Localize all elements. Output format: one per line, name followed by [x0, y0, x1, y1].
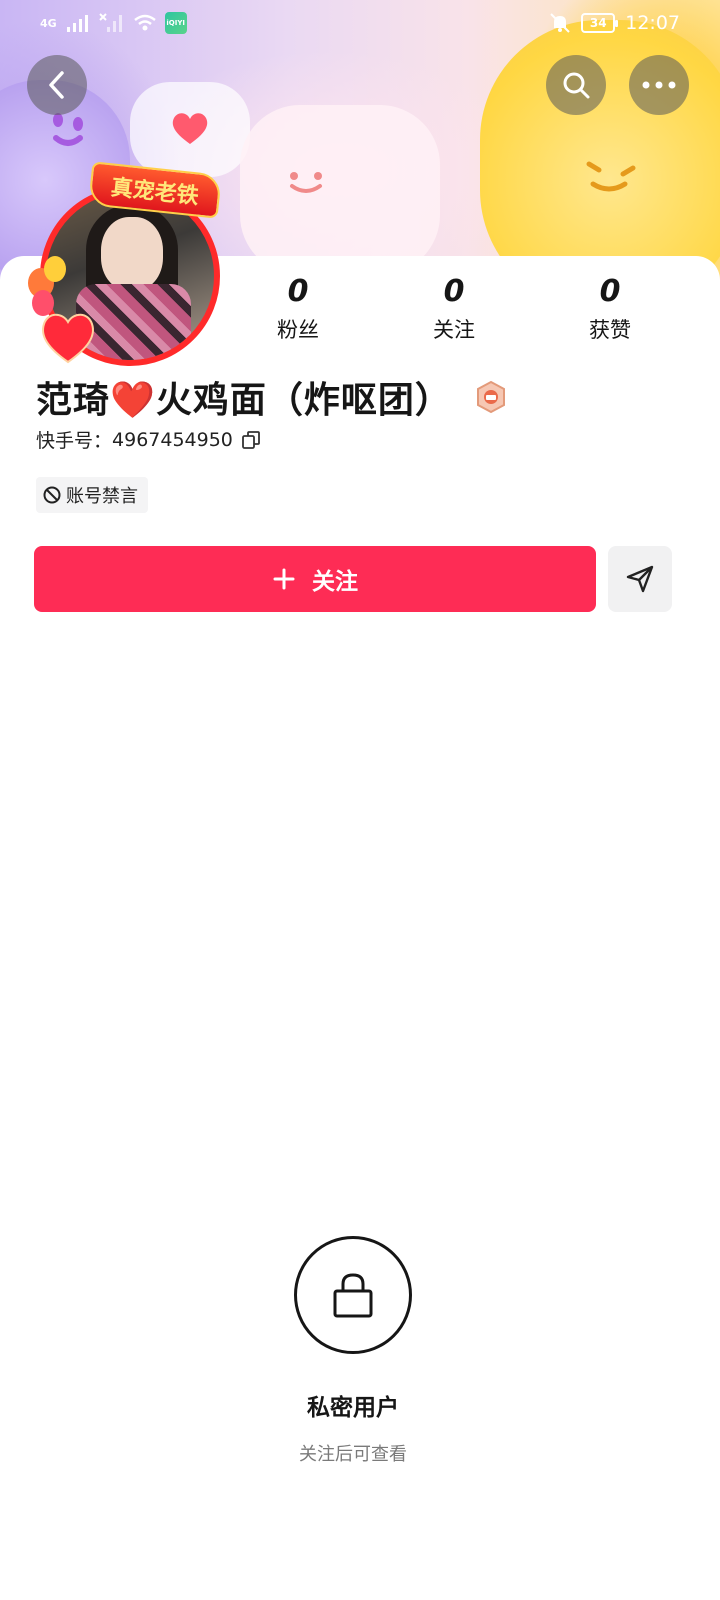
- private-lock: [294, 1236, 412, 1354]
- stat-likes[interactable]: 0 获赞: [532, 272, 688, 344]
- private-title: 私密用户: [307, 1395, 399, 1421]
- smiley-decoration-icon: [290, 172, 322, 193]
- plus-icon: [273, 568, 295, 590]
- stat-label: 粉丝: [277, 318, 319, 342]
- smiley-decoration-icon: [586, 161, 636, 192]
- ban-icon: [43, 486, 61, 504]
- stat-value: 0: [443, 274, 465, 309]
- stat-label: 关注: [433, 318, 475, 342]
- more-button[interactable]: [629, 55, 689, 115]
- app-notification-icon: iQIYI: [164, 12, 187, 34]
- signal-icon: [66, 15, 88, 32]
- stat-value: 0: [599, 274, 621, 309]
- private-subtitle: 关注后可查看: [299, 1444, 407, 1465]
- more-horizontal-icon: [642, 81, 676, 89]
- lock-icon: [333, 1273, 373, 1318]
- user-id-value: 4967454950: [112, 428, 233, 451]
- back-button[interactable]: [27, 55, 87, 115]
- balloon-decoration: [44, 256, 66, 282]
- banner-blob-cloud-large: [240, 105, 440, 275]
- wifi-icon: [133, 14, 156, 31]
- level-badge-icon[interactable]: [474, 380, 508, 414]
- stat-label: 获赞: [589, 318, 631, 342]
- stat-value: 0: [287, 274, 309, 309]
- profile-stats: 0 粉丝 0 关注 0 获赞: [220, 272, 690, 344]
- chevron-left-icon: [49, 71, 64, 99]
- heart-decoration-icon: [172, 113, 208, 144]
- send-icon: [626, 565, 654, 593]
- follow-button[interactable]: 关注: [34, 546, 596, 612]
- send-message-button[interactable]: [608, 546, 672, 612]
- user-id-row: 快手号： 4967454950: [36, 426, 261, 453]
- avatar-face: [101, 217, 163, 291]
- account-muted-tag: 账号禁言: [36, 477, 148, 513]
- stat-followers[interactable]: 0 粉丝: [220, 272, 376, 344]
- account-muted-label: 账号禁言: [66, 486, 138, 507]
- battery-level: 34: [589, 16, 607, 30]
- heart-decoration-icon: [42, 313, 94, 364]
- search-icon: [563, 72, 590, 99]
- stat-following[interactable]: 0 关注: [376, 272, 532, 344]
- avatar[interactable]: 真宠老铁: [28, 161, 228, 368]
- follow-label: 关注: [312, 569, 358, 595]
- status-bar: 4G iQIYI 34 12:07: [0, 0, 720, 48]
- search-button[interactable]: [546, 55, 606, 115]
- smiley-decoration-icon: [53, 113, 83, 146]
- battery-indicator: 34: [581, 13, 619, 33]
- network-type: 4G: [40, 16, 57, 30]
- profile-name: 范琦❤️火鸡面（炸呕团）: [36, 379, 452, 421]
- name-row: 范琦❤️火鸡面（炸呕团）: [36, 371, 508, 423]
- copy-icon[interactable]: [241, 430, 261, 450]
- user-id-label: 快手号：: [36, 430, 113, 452]
- clock: 12:07: [625, 12, 680, 34]
- signal-no-service-icon: [98, 13, 122, 32]
- bell-muted-icon: [550, 13, 570, 33]
